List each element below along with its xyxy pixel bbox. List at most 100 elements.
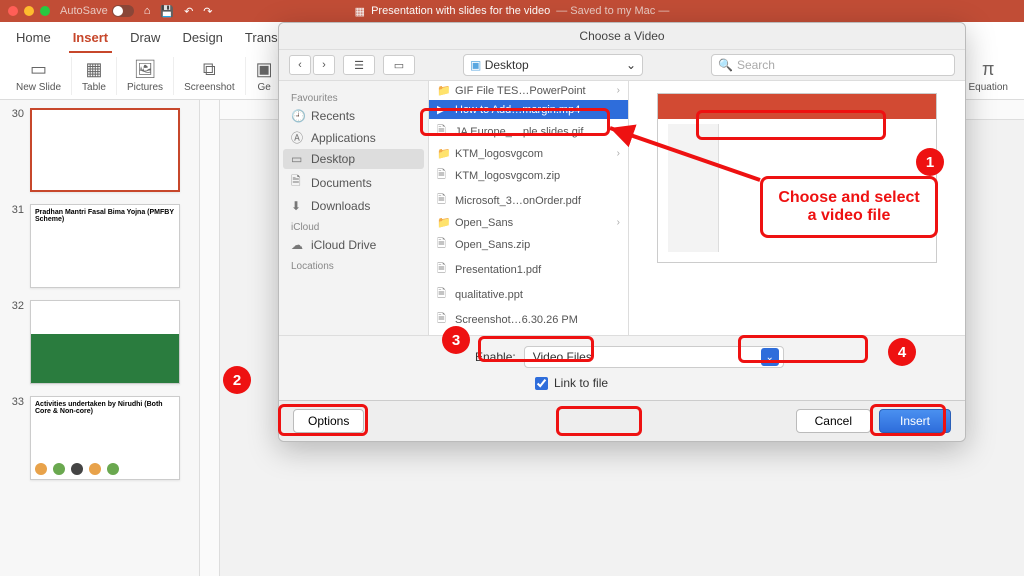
autosave-label: AutoSave bbox=[60, 5, 108, 17]
apps-icon: Ⓐ bbox=[291, 129, 305, 146]
group-button[interactable]: ▭ bbox=[383, 55, 415, 75]
zoom-window-icon[interactable] bbox=[40, 6, 50, 16]
file-item[interactable]: 📁Open_Sans› bbox=[429, 213, 628, 232]
close-window-icon[interactable] bbox=[8, 6, 18, 16]
location-dropdown[interactable]: ▣ Desktop ⌄ bbox=[463, 54, 643, 76]
tab-draw[interactable]: Draw bbox=[126, 26, 164, 53]
annotation-callout-1: Choose and select a video file bbox=[760, 176, 938, 238]
file-item[interactable]: 🗎 Presentation1.pdf bbox=[429, 257, 628, 282]
file-name: How to Add…margin.mp4 bbox=[455, 104, 580, 116]
link-to-file-checkbox[interactable] bbox=[535, 377, 548, 390]
redo-icon[interactable]: ↷ bbox=[203, 5, 212, 18]
clock-icon: 🕘 bbox=[291, 109, 305, 123]
screenshot-icon: ⧉ bbox=[203, 59, 216, 80]
file-item[interactable]: 🗎 Microsoft_3…onOrder.pdf bbox=[429, 188, 628, 213]
folder-icon: 📁 bbox=[437, 147, 449, 160]
view-mode-button[interactable]: ☰ bbox=[343, 55, 375, 75]
sidebar-section-favourites: Favourites bbox=[291, 93, 416, 104]
traffic-lights[interactable] bbox=[8, 6, 50, 16]
file-item-selected[interactable]: ▶How to Add…margin.mp4 bbox=[429, 100, 628, 119]
pictures-icon: 🖼 bbox=[134, 59, 157, 80]
file-name: JA Europe_…ple slides.gif bbox=[455, 126, 583, 138]
sidebar-documents[interactable]: 🗎Documents bbox=[283, 169, 424, 196]
file-icon: 🗎 bbox=[437, 260, 449, 279]
documents-icon: 🗎 bbox=[291, 172, 305, 193]
sidebar-desktop[interactable]: ▭Desktop bbox=[283, 149, 424, 169]
thumbnail-33: 33Activities undertaken by Nirudhi (Both… bbox=[8, 396, 191, 480]
file-item[interactable]: 📁KTM_logosvgcom› bbox=[429, 144, 628, 163]
chevron-right-icon: › bbox=[617, 217, 620, 228]
file-column[interactable]: 📁 GIF File TES…PowerPoint › ▶How to Add…mar… bbox=[429, 81, 629, 335]
link-to-file-label: Link to file bbox=[554, 376, 608, 390]
annotation-arrow-1 bbox=[600, 118, 770, 193]
dialog-title: Choose a Video bbox=[279, 23, 965, 50]
nav-back-button[interactable]: ‹ bbox=[289, 55, 311, 75]
sidebar-applications[interactable]: ⒶApplications bbox=[283, 126, 424, 149]
slide-30[interactable] bbox=[30, 108, 180, 192]
window-titlebar: AutoSave ⌂ 💾 ↶ ↷ ▦ Presentation with sli… bbox=[0, 0, 1024, 22]
new-slide-icon: ▭ bbox=[30, 59, 47, 80]
ribbon-screenshot[interactable]: ⧉Screenshot bbox=[174, 57, 246, 95]
file-name: Screenshot…6.30.26 PM bbox=[455, 314, 578, 326]
file-icon: 🗎 bbox=[437, 122, 449, 141]
sidebar-recents[interactable]: 🕘Recents bbox=[283, 106, 424, 126]
dialog-footer: Options Cancel Insert bbox=[279, 400, 965, 441]
file-name: GIF File TES…PowerPoint bbox=[455, 85, 586, 97]
file-item[interactable]: 🗎qualitative.ppt bbox=[429, 282, 628, 307]
annotation-badge-1: 1 bbox=[916, 148, 944, 176]
desktop-icon: ▭ bbox=[291, 152, 305, 166]
equation-icon: π bbox=[982, 59, 994, 80]
enable-label: Enable: bbox=[475, 350, 516, 364]
annotation-badge-2: 2 bbox=[223, 366, 251, 394]
file-icon: 🗎 bbox=[437, 235, 449, 254]
ribbon-table[interactable]: ▦Table bbox=[72, 57, 117, 95]
file-icon: 🗎 bbox=[437, 191, 449, 210]
cloud-icon: ☁ bbox=[291, 238, 305, 252]
file-name: Presentation1.pdf bbox=[455, 264, 541, 276]
sidebar-icloud-drive[interactable]: ☁iCloud Drive bbox=[283, 235, 424, 255]
slide-31[interactable]: Pradhan Mantri Fasal Bima Yojna (PMFBY S… bbox=[30, 204, 180, 288]
slide-thumbnail-panel[interactable]: 30 31Pradhan Mantri Fasal Bima Yojna (PM… bbox=[0, 100, 200, 576]
tab-home[interactable]: Home bbox=[12, 26, 55, 53]
thumbnail-30: 30 bbox=[8, 108, 191, 192]
search-field[interactable]: 🔍 Search bbox=[711, 54, 955, 76]
file-item[interactable]: 📁GIF File TES…PowerPoint› bbox=[429, 81, 628, 100]
powerpoint-file-icon: ▦ bbox=[355, 5, 365, 18]
file-name: Open_Sans.zip bbox=[455, 239, 530, 251]
autosave-toggle[interactable] bbox=[112, 5, 134, 17]
search-icon: 🔍 bbox=[718, 58, 733, 72]
tab-insert[interactable]: Insert bbox=[69, 26, 112, 53]
file-icon: 🗎 bbox=[437, 310, 449, 329]
chevron-updown-icon: ⌄ bbox=[761, 348, 779, 366]
home-icon[interactable]: ⌂ bbox=[144, 5, 151, 18]
tab-design[interactable]: Design bbox=[178, 26, 226, 53]
sidebar-section-icloud: iCloud bbox=[291, 222, 416, 233]
dialog-toolbar: ‹ › ☰ ▭ ▣ Desktop ⌄ 🔍 Search bbox=[279, 50, 965, 81]
nav-forward-button[interactable]: › bbox=[313, 55, 335, 75]
file-item[interactable]: 🗎KTM_logosvgcom.zip bbox=[429, 163, 628, 188]
file-name: KTM_logosvgcom bbox=[455, 148, 543, 160]
file-name: Microsoft_3…onOrder.pdf bbox=[455, 195, 581, 207]
sidebar-downloads[interactable]: ⬇Downloads bbox=[283, 196, 424, 216]
minimize-window-icon[interactable] bbox=[24, 6, 34, 16]
save-icon[interactable]: 💾 bbox=[160, 5, 174, 18]
ribbon-equation[interactable]: πEquation bbox=[959, 57, 1018, 95]
slide-32[interactable]: About Nirudhi Climate & Ecosystem Servic… bbox=[30, 300, 180, 384]
enable-filter-dropdown[interactable]: Video Files ⌄ bbox=[524, 346, 784, 368]
document-title: ▦ Presentation with slides for the video… bbox=[355, 5, 670, 18]
ribbon-new-slide[interactable]: ▭New Slide bbox=[6, 57, 72, 95]
ribbon-pictures[interactable]: 🖼Pictures bbox=[117, 57, 174, 95]
undo-icon[interactable]: ↶ bbox=[184, 5, 193, 18]
file-icon: 🗎 bbox=[437, 166, 449, 185]
insert-button[interactable]: Insert bbox=[879, 409, 951, 433]
folder-icon: 📁 bbox=[437, 84, 449, 97]
slide-33[interactable]: Activities undertaken by Nirudhi (Both C… bbox=[30, 396, 180, 480]
cancel-button[interactable]: Cancel bbox=[796, 409, 871, 433]
table-icon: ▦ bbox=[85, 59, 102, 80]
thumbnail-31: 31Pradhan Mantri Fasal Bima Yojna (PMFBY… bbox=[8, 204, 191, 288]
file-name: Open_Sans bbox=[455, 217, 513, 229]
file-item[interactable]: 🗎 Open_Sans.zip bbox=[429, 232, 628, 257]
file-item[interactable]: 🗎 JA Europe_…ple slides.gif bbox=[429, 119, 628, 144]
addins-icon: ▣ bbox=[256, 59, 273, 80]
options-button[interactable]: Options bbox=[293, 409, 364, 433]
